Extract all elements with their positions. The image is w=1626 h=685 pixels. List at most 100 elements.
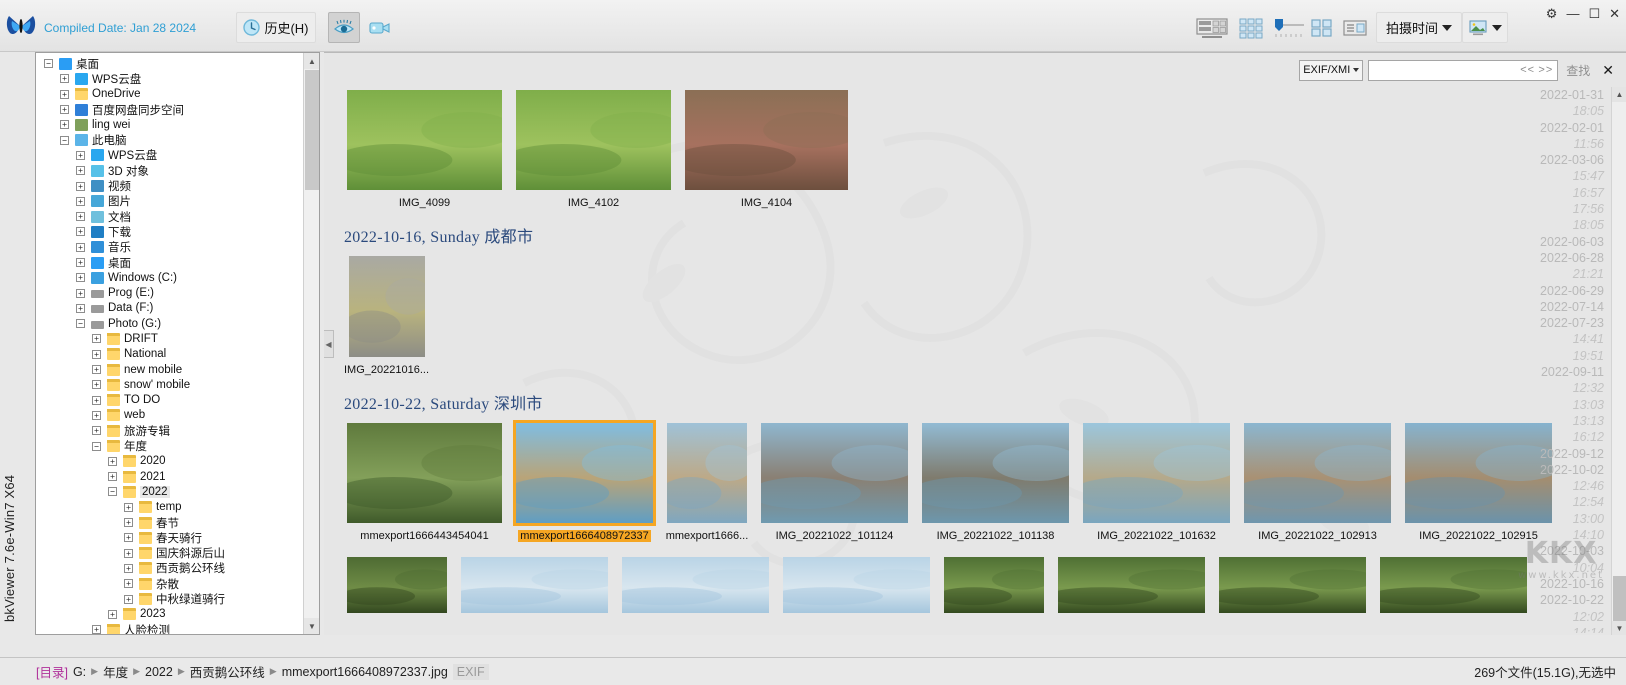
collapse-icon[interactable]: − bbox=[60, 135, 69, 145]
expand-icon[interactable]: + bbox=[76, 196, 85, 206]
expand-icon[interactable]: + bbox=[60, 120, 69, 130]
search-prev-button[interactable]: << bbox=[1520, 64, 1535, 76]
photo-thumbnail[interactable] bbox=[1083, 423, 1230, 523]
photo-thumbnail[interactable] bbox=[348, 256, 425, 357]
scroll-up-icon[interactable]: ▲ bbox=[304, 53, 319, 69]
tree-node[interactable]: + temp bbox=[36, 500, 304, 515]
photo-thumbnail[interactable] bbox=[685, 90, 848, 190]
photo-thumbnail[interactable] bbox=[1219, 557, 1366, 613]
expand-icon[interactable]: + bbox=[76, 242, 85, 252]
photo-grid[interactable]: IMG_4099 IMG_4102 IMG_4104 2022-10-16, Sund… bbox=[334, 87, 1552, 633]
expand-icon[interactable]: + bbox=[124, 594, 133, 604]
photo-scrollbar[interactable]: ▲ ▼ bbox=[1611, 87, 1626, 635]
photo-thumbnail[interactable] bbox=[783, 557, 930, 613]
thumbnail-frame[interactable] bbox=[941, 554, 1047, 616]
thumbnail-cell[interactable] bbox=[941, 554, 1047, 616]
tree-node[interactable]: + 国庆斜源后山 bbox=[36, 546, 304, 561]
photo-scrollbar-thumb[interactable] bbox=[1613, 576, 1626, 622]
tree-node[interactable]: + 旅游专辑 bbox=[36, 423, 304, 438]
tree-node[interactable]: + 中秋绿道骑行 bbox=[36, 591, 304, 606]
expand-icon[interactable]: + bbox=[124, 518, 133, 528]
expand-icon[interactable]: + bbox=[92, 625, 101, 634]
photo-thumbnail[interactable] bbox=[347, 557, 447, 613]
photo-thumbnail[interactable] bbox=[461, 557, 608, 613]
tree-node[interactable]: + snow' mobile bbox=[36, 377, 304, 392]
expand-icon[interactable]: + bbox=[92, 410, 101, 420]
expand-icon[interactable]: + bbox=[124, 579, 133, 589]
tree-node[interactable]: + National bbox=[36, 347, 304, 362]
photo-thumbnail[interactable] bbox=[944, 557, 1044, 613]
expand-icon[interactable]: + bbox=[76, 212, 85, 222]
tree-node[interactable]: − 年度 bbox=[36, 438, 304, 453]
thumbnail-frame[interactable] bbox=[346, 253, 428, 360]
expand-icon[interactable]: + bbox=[92, 426, 101, 436]
history-button[interactable]: 历史(H) bbox=[236, 12, 316, 43]
tools-button[interactable]: ⚙ bbox=[1546, 7, 1558, 20]
thumbnail-cell[interactable]: IMG_4099 bbox=[344, 87, 505, 209]
expand-icon[interactable]: + bbox=[76, 181, 85, 191]
breadcrumb-item[interactable]: G: bbox=[73, 665, 86, 679]
photo-thumbnail[interactable] bbox=[761, 423, 908, 523]
expand-icon[interactable]: + bbox=[92, 395, 101, 405]
filmstrip-view-button[interactable] bbox=[1191, 12, 1233, 43]
tree-node[interactable]: + web bbox=[36, 408, 304, 423]
tree-node[interactable]: + Windows (C:) bbox=[36, 270, 304, 285]
thumbnail-frame[interactable] bbox=[682, 87, 851, 193]
grid-view-button[interactable] bbox=[1232, 12, 1270, 43]
tree-node[interactable]: + 西贡鹅公环线 bbox=[36, 561, 304, 576]
tree-node[interactable]: + WPS云盘 bbox=[36, 148, 304, 163]
thumbnail-cell[interactable] bbox=[458, 554, 611, 616]
tree-node[interactable]: +3D 对象 bbox=[36, 163, 304, 178]
tree-node[interactable]: + OneDrive bbox=[36, 87, 304, 102]
tree-node[interactable]: + 下载 bbox=[36, 224, 304, 239]
collapse-icon[interactable]: − bbox=[44, 59, 53, 69]
thumbnail-cell[interactable]: IMG_20221022_102913 bbox=[1241, 420, 1394, 542]
expand-icon[interactable]: + bbox=[76, 273, 85, 283]
thumbnail-frame[interactable] bbox=[458, 554, 611, 616]
expand-icon[interactable]: + bbox=[124, 502, 133, 512]
expand-icon[interactable]: + bbox=[76, 303, 85, 313]
tree-node[interactable]: + 文档 bbox=[36, 209, 304, 224]
thumbnail-frame[interactable] bbox=[344, 554, 450, 616]
thumbnail-frame[interactable] bbox=[619, 554, 772, 616]
thumbnail-frame[interactable] bbox=[919, 420, 1072, 526]
scroll-up-icon[interactable]: ▲ bbox=[1612, 87, 1626, 102]
tree-node[interactable]: + ling wei bbox=[36, 117, 304, 132]
photo-thumbnail[interactable] bbox=[1058, 557, 1205, 613]
expand-icon[interactable]: + bbox=[108, 456, 117, 466]
expand-icon[interactable]: + bbox=[124, 533, 133, 543]
preview-toggle-button[interactable] bbox=[328, 12, 360, 43]
expand-icon[interactable]: + bbox=[76, 227, 85, 237]
thumbnail-frame[interactable] bbox=[664, 420, 750, 526]
thumbnail-frame[interactable] bbox=[344, 87, 505, 193]
exif-tag[interactable]: EXIF bbox=[452, 663, 489, 680]
tree-node[interactable]: + 桌面 bbox=[36, 255, 304, 270]
tree-node[interactable]: + WPS云盘 bbox=[36, 71, 304, 86]
expand-icon[interactable]: + bbox=[76, 258, 85, 267]
thumbnail-cell[interactable] bbox=[780, 554, 933, 616]
find-button[interactable]: 查找 bbox=[1563, 62, 1593, 79]
thumbnail-cell[interactable]: mmexport1666443454041 bbox=[344, 420, 505, 542]
photo-thumbnail[interactable] bbox=[667, 423, 747, 523]
search-next-button[interactable]: >> bbox=[1538, 64, 1553, 76]
tree-scrollbar[interactable]: ▲ ▼ bbox=[303, 53, 319, 634]
minimize-button[interactable]: — bbox=[1566, 7, 1579, 20]
thumbnail-cell[interactable] bbox=[619, 554, 772, 616]
expand-icon[interactable]: + bbox=[60, 74, 69, 84]
scroll-down-icon[interactable]: ▼ bbox=[1612, 621, 1626, 635]
tree-node[interactable]: + 春天骑行 bbox=[36, 530, 304, 545]
photo-browser-pane[interactable]: EXIF/XMI << >> 查找 ✕ IMG_4099 IMG_4102 IMG_… bbox=[324, 52, 1626, 635]
tree-node[interactable]: + 视频 bbox=[36, 178, 304, 193]
tree-node[interactable]: + TO DO bbox=[36, 393, 304, 408]
thumbnail-frame[interactable] bbox=[513, 87, 674, 193]
tree-scrollbar-thumb[interactable] bbox=[305, 70, 319, 190]
expand-icon[interactable]: + bbox=[76, 288, 85, 298]
folder-tree[interactable]: − 桌面 + WPS云盘 + OneDrive + 百度网盘同步空间 + ling wei − 此电脑… bbox=[36, 53, 304, 634]
collapse-icon[interactable]: − bbox=[108, 487, 117, 497]
photo-thumbnail[interactable] bbox=[516, 423, 653, 523]
exif-field-select[interactable]: EXIF/XMI bbox=[1299, 59, 1364, 81]
thumbnail-cell[interactable]: IMG_4104 bbox=[682, 87, 851, 209]
photo-thumbnail[interactable] bbox=[347, 90, 502, 190]
close-search-icon[interactable]: ✕ bbox=[1598, 62, 1618, 79]
tree-node[interactable]: + 音乐 bbox=[36, 240, 304, 255]
